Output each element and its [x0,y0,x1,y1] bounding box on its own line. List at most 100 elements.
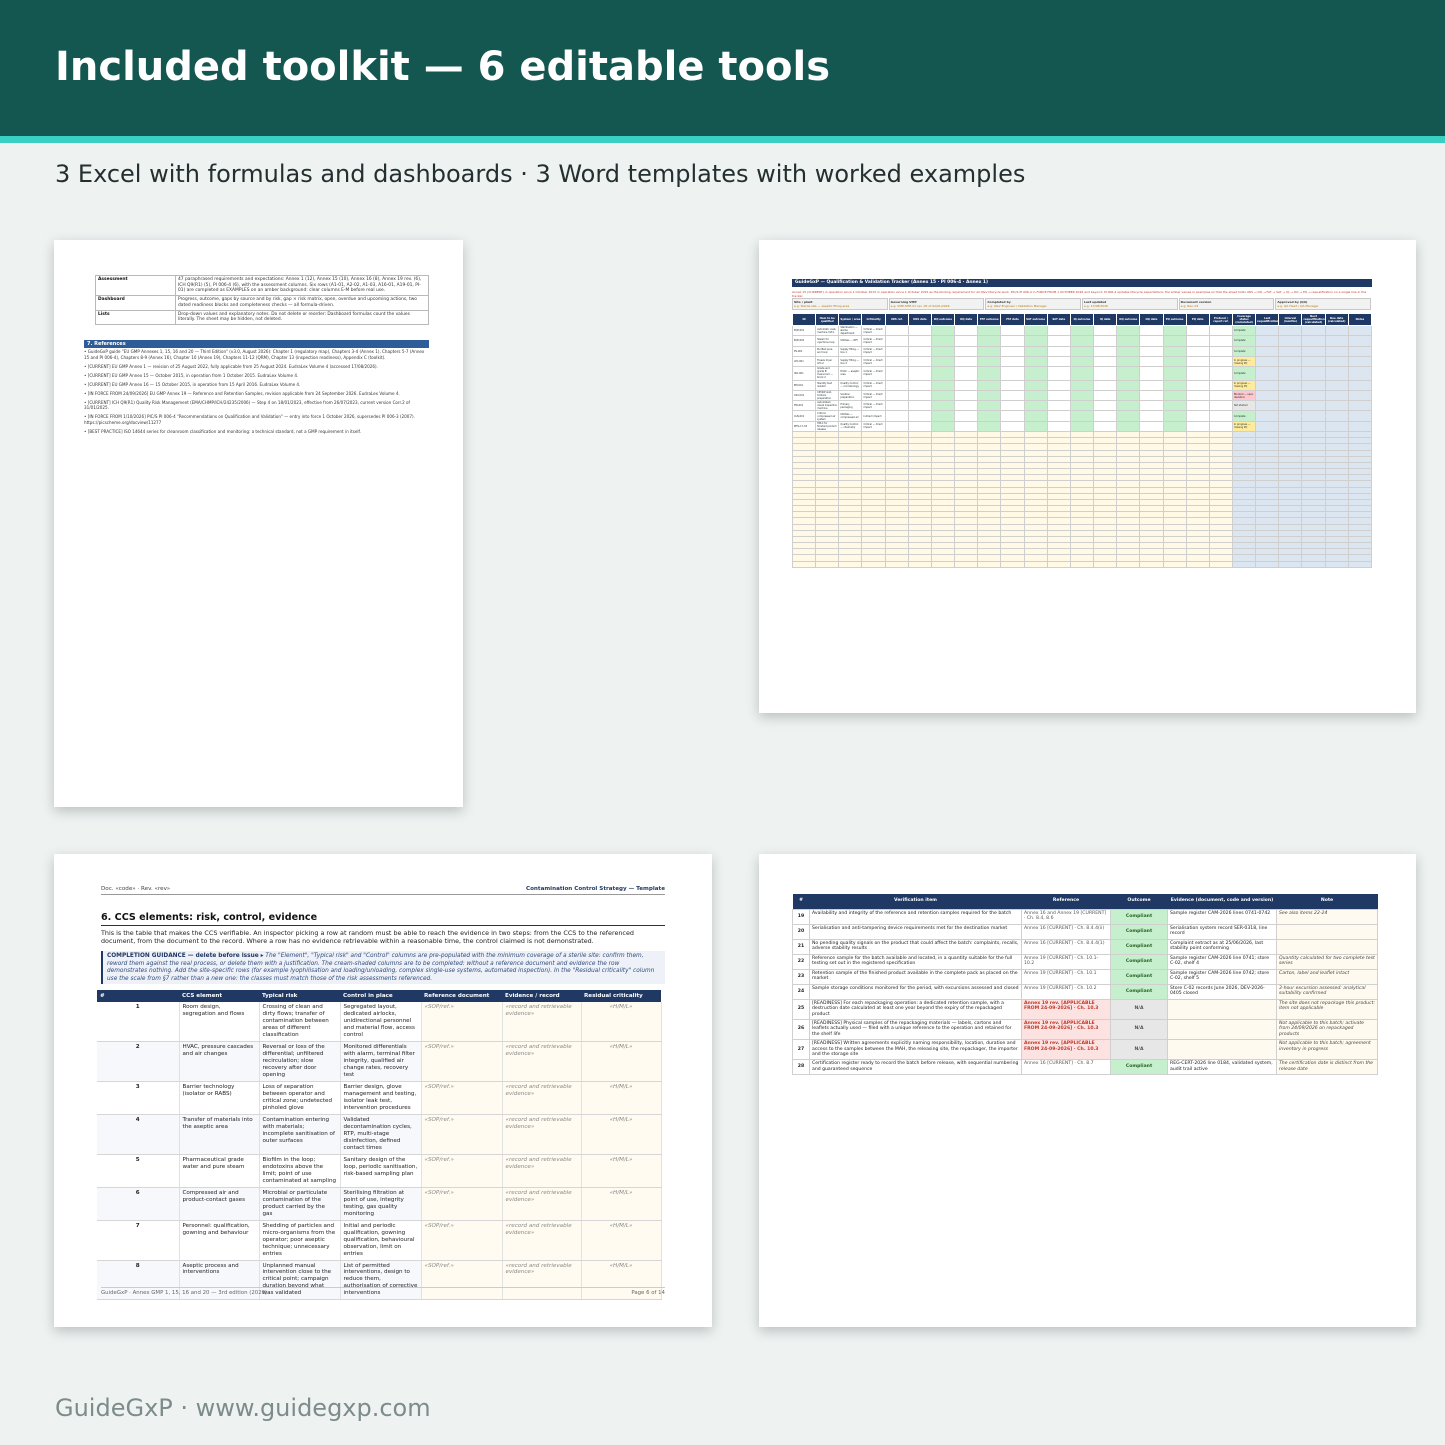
ccs-row: 6 Compressed air and product-contact gase… [97,1187,662,1221]
tracker-column-header: Last requalification [1255,313,1280,326]
tracker-cell-system: Utilities — compressed air [838,410,863,422]
tracker-column-header: Next requalification (calculated) [1301,313,1326,326]
tracker-row: EM-001 Sterility test isolator Quality Con… [791,379,1373,391]
verification-reference: Annex 16 [CURRENT] · Ch. 8.7 [1021,1059,1111,1076]
ccs-evidence-placeholder: «record and retrievable evidence» [502,1154,582,1188]
verification-number: 26 [792,1018,810,1040]
tracker-cell [1347,355,1373,368]
tracker-cell-criticality: Indirect impact [861,410,886,422]
references-heading: 7. References [84,340,429,348]
tracker-cell [1185,345,1210,357]
tracker-cell [1116,324,1141,337]
tracker-cell-status: In progress — missing PQ [1231,379,1257,391]
description-row: Lists Drop-down values and explanatory no… [95,309,429,326]
tracker-cell [954,410,979,422]
tracker-cell [1185,389,1210,402]
tracker-cell [1162,410,1187,422]
header-divider [101,894,665,895]
reference-item: • [BEST PRACTICE] ISO 14644 series for c… [84,428,361,434]
verification-number: 19 [792,908,810,925]
tracker-row: CLN-001 Critical compressed air system Uti… [791,410,1373,422]
tracker-cell [1069,335,1095,347]
tracker-cell-status: In progress — missing PQ [1231,420,1257,433]
tracker-cell [1208,324,1233,337]
tracker-cell [1208,355,1233,368]
tracker-cell [954,345,979,357]
ccs-row: 2 HVAC, pressure cascades and air changes… [97,1041,662,1082]
tracker-cell-criticality: Critical — direct impact [861,355,886,368]
tracker-cell [1347,366,1373,381]
tracker-cell [1046,345,1071,357]
ccs-criticality-placeholder: «H/M/L» [581,1041,662,1082]
verification-column-header: Evidence (document, code and version) [1167,894,1277,909]
ccs-row-number: 2 [97,1041,180,1082]
tracker-cell-status: Complete [1231,324,1257,337]
tracker-cell [1255,366,1280,381]
tracker-cell [1162,345,1187,357]
tracker-cell-status: Blocked — open deviation [1231,389,1257,402]
ccs-control: Monitored differentials with alarm, term… [340,1041,422,1082]
ccs-row-number: 7 [97,1220,180,1261]
tracker-cell [1116,355,1141,368]
ccs-typical-risk: Reversal or loss of the differential; un… [259,1041,341,1082]
tracker-cell [1139,345,1164,357]
ccs-element: Personnel: qualification, gowning and be… [179,1220,260,1261]
metadata-field: Governing VMP e.g. VMP-SITE-01 rev. 05 of… [888,298,985,310]
tracker-cell [1347,345,1373,357]
tracker-cell [954,560,979,569]
outcome-badge: Compliant [1110,938,1168,955]
tracker-column-header: OQ outcome [1116,313,1141,326]
tracker-column-header: DQ date [954,313,979,326]
tracker-cell [1324,355,1349,368]
tracker-cell [1116,410,1141,422]
tracker-cell-system: Utilities — WFI [838,335,863,347]
guidance-label: COMPLETION GUIDANCE — delete before issu… [107,953,264,959]
verification-evidence [1167,998,1277,1020]
tracker-cell [1347,389,1373,402]
tracker-cell [884,324,909,337]
tracker-cell-id: PS-001 [791,345,817,357]
ccs-element: Room design, segregation and flows [179,1002,260,1042]
tracker-cell [977,400,1002,412]
tracker-column-header: PQ outcome [1162,313,1187,326]
tracker-cell [1255,355,1280,368]
tracker-cell [1139,560,1164,569]
outcome-badge: Compliant [1110,1059,1168,1076]
tracker-row: MFG-17-02 HPLC for finished product relea… [791,420,1373,433]
tracker-row: LYO-001 Freeze dryer LYO-2 Supply filling … [791,355,1373,368]
tracker-column-header: ID [791,313,817,326]
document-preview-references: Assessment 47 paraphrased requirements an… [54,240,463,807]
tracker-cell [1093,324,1118,337]
verification-note: The certification date is distinct from … [1276,1059,1378,1076]
metadata-field: Document version e.g. Rev. 03 [1178,298,1275,310]
tracker-cell [1347,379,1373,391]
outcome-badge: N/A [1110,1038,1168,1061]
tracker-cell [1162,560,1187,569]
tracker-cell [1278,400,1303,412]
tracker-column-header: URS ref. [884,313,909,326]
tracker-cell-id: CLN-001 [791,410,817,422]
tracker-cell-item: Purified pure and loop [815,345,840,357]
tracker-cell [1093,389,1118,402]
outcome-badge: Compliant [1110,968,1168,985]
tracker-cell [1116,366,1141,381]
metadata-field: Site / plant e.g. Sterile site — aseptic … [792,298,888,310]
verification-evidence: Sample register CAM-2026 line 0741; stor… [1167,953,1277,970]
verification-row: 20 Serialisation and anti-tampering devic… [792,923,1378,940]
tracker-cell [1000,324,1025,337]
tracker-cell [1023,420,1048,433]
tracker-column-header: SAT date [1046,313,1071,326]
completion-guidance-box: COMPLETION GUIDANCE — delete before issu… [101,951,665,984]
verification-reference: Annex 19 rev. [APPLICABLE FROM 24-09-202… [1021,998,1111,1020]
tracker-note: Annex 15 (CURRENT) in operation since 1 … [792,290,1367,298]
tracker-cell [1116,560,1141,569]
tracker-cell [977,410,1002,422]
ccs-criticality-placeholder: «H/M/L» [581,1154,662,1188]
ccs-reference-placeholder: «SOP/ref.» [421,1114,503,1155]
reference-item: • [IN FORCE FROM 1/10/2026] PIC/S PI 006… [84,414,415,425]
tracker-cell-system: Sterilisation — sterile department [838,324,863,337]
tracker-row: EQP-002 Steam for injections loop Utilitie… [791,335,1373,347]
tracker-cell-system: Quality Control — microbiology [838,379,863,391]
tracker-column-header: SAT outcome [1023,313,1048,326]
tracker-cell [1162,335,1187,347]
